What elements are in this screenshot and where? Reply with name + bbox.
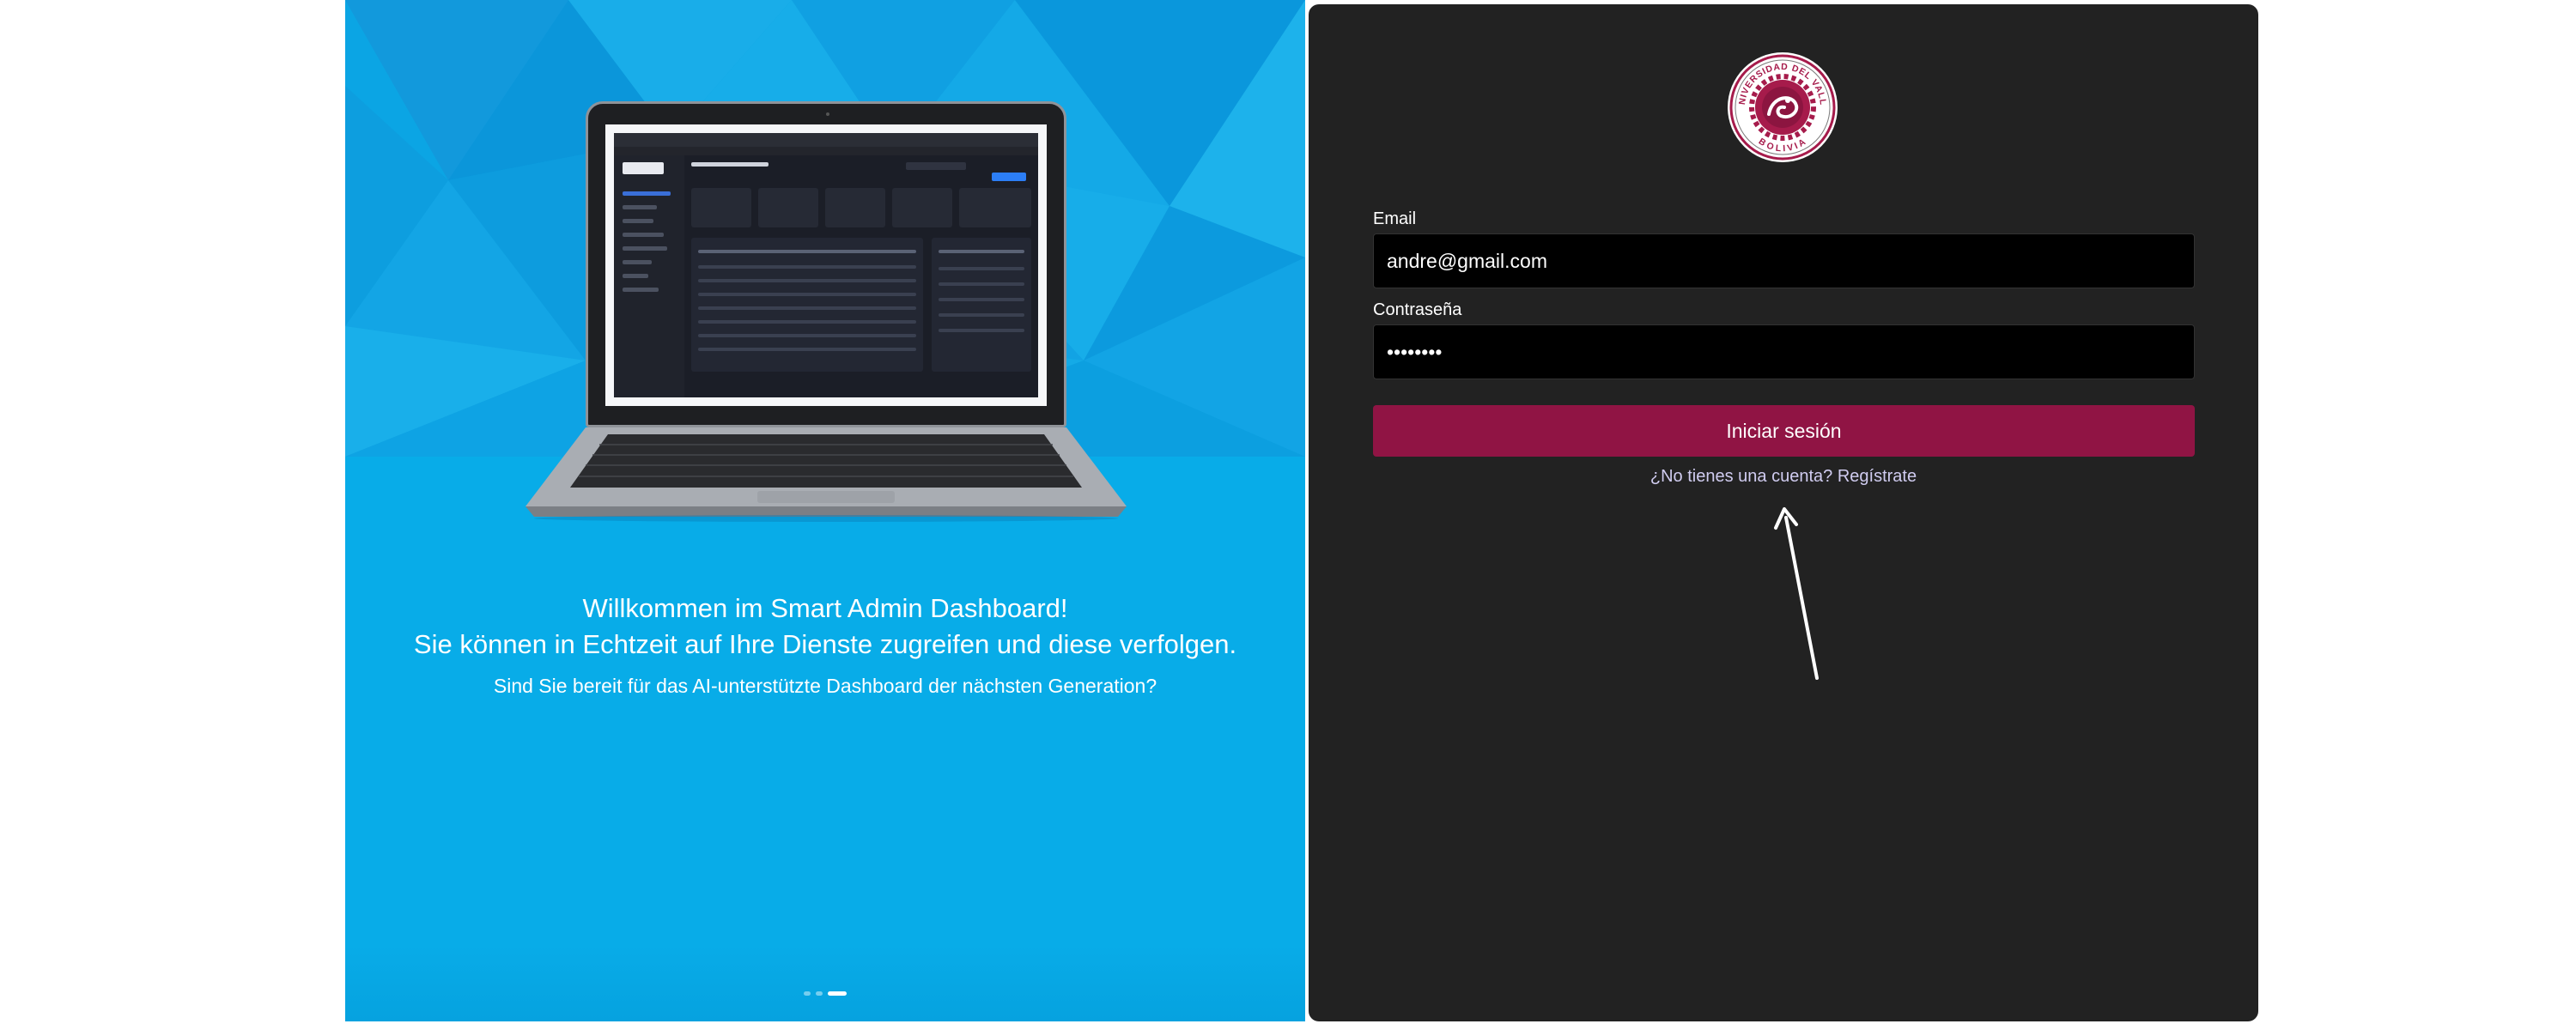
preview-stat-card xyxy=(825,188,885,227)
login-button[interactable]: Iniciar sesión xyxy=(1373,405,2195,457)
preview-table-row xyxy=(698,293,916,296)
preview-sidebar-item xyxy=(623,288,659,292)
preview-browser-bar xyxy=(614,133,1038,147)
carousel-dot-active[interactable] xyxy=(828,991,847,996)
preview-sidebar-item xyxy=(623,260,652,264)
dashboard-preview xyxy=(614,133,1038,397)
laptop-lid xyxy=(586,101,1066,427)
preview-table-row xyxy=(698,320,916,324)
hero-panel: Willkommen im Smart Admin Dashboard! Sie… xyxy=(345,0,1305,1021)
preview-calendar-row xyxy=(939,267,1024,270)
preview-add-button xyxy=(992,173,1026,181)
preview-sidebar-item xyxy=(623,205,657,209)
carousel-dot[interactable] xyxy=(816,991,823,996)
hero-bottom-band xyxy=(345,944,1305,1021)
preview-table-row xyxy=(698,306,916,310)
preview-calendar-row xyxy=(939,298,1024,301)
password-label: Contraseña xyxy=(1373,300,1462,319)
preview-table-row xyxy=(698,250,916,253)
carousel-indicators xyxy=(804,991,847,996)
laptop-screen xyxy=(605,124,1047,406)
hero-title-line1: Willkommen im Smart Admin Dashboard! xyxy=(582,593,1068,623)
signup-prompt-row: ¿No tienes una cuenta? Regístrate xyxy=(1309,463,2258,490)
university-seal-icon: UNIVERSIDAD DEL VALLE BOLIVIA xyxy=(1726,51,1838,162)
preview-sidebar-item xyxy=(623,246,667,251)
preview-table-row xyxy=(698,334,916,337)
login-panel: UNIVERSIDAD DEL VALLE BOLIVIA Email Cont… xyxy=(1309,4,2258,1021)
email-label: Email xyxy=(1373,209,1417,228)
preview-sidebar xyxy=(614,155,684,397)
preview-calendar-row xyxy=(939,282,1024,286)
login-page: Willkommen im Smart Admin Dashboard! Sie… xyxy=(0,0,2576,1030)
signup-link[interactable]: Regístrate xyxy=(1838,467,1917,486)
laptop-camera xyxy=(826,112,829,116)
preview-calendar-row xyxy=(939,250,1024,253)
preview-calendar-row xyxy=(939,329,1024,332)
hero-title: Willkommen im Smart Admin Dashboard! Sie… xyxy=(345,591,1305,663)
preview-sidebar-item xyxy=(623,274,648,278)
password-field[interactable] xyxy=(1373,324,2195,379)
preview-sidebar-item xyxy=(623,219,653,223)
signup-prompt-text: ¿No tienes una cuenta? xyxy=(1649,467,1833,486)
hero-title-line2: Sie können in Echtzeit auf Ihre Dienste … xyxy=(413,629,1237,659)
preview-stat-card xyxy=(691,188,751,227)
laptop-keyboard-base xyxy=(526,427,1127,522)
preview-search xyxy=(906,162,966,170)
email-field[interactable] xyxy=(1373,233,2195,288)
preview-heading xyxy=(691,162,769,167)
preview-main xyxy=(691,161,1031,397)
preview-stat-card xyxy=(892,188,952,227)
preview-stat-card xyxy=(959,188,1031,227)
preview-table-row xyxy=(698,265,916,269)
preview-url-bar xyxy=(614,147,1038,155)
hero-subtitle: Sind Sie bereit für das AI-unterstützte … xyxy=(493,675,1157,697)
preview-table-row xyxy=(698,348,916,351)
preview-calendar-row xyxy=(939,313,1024,317)
preview-calendar xyxy=(932,238,1031,372)
preview-table-row xyxy=(698,279,916,282)
preview-table xyxy=(691,238,923,372)
preview-sidebar-item xyxy=(623,191,671,196)
arrow-up-icon xyxy=(1774,507,1819,680)
preview-logo xyxy=(623,162,664,174)
preview-stat-card xyxy=(758,188,818,227)
preview-sidebar-item xyxy=(623,233,664,237)
carousel-dot[interactable] xyxy=(804,991,811,996)
laptop-icon xyxy=(526,96,1127,522)
